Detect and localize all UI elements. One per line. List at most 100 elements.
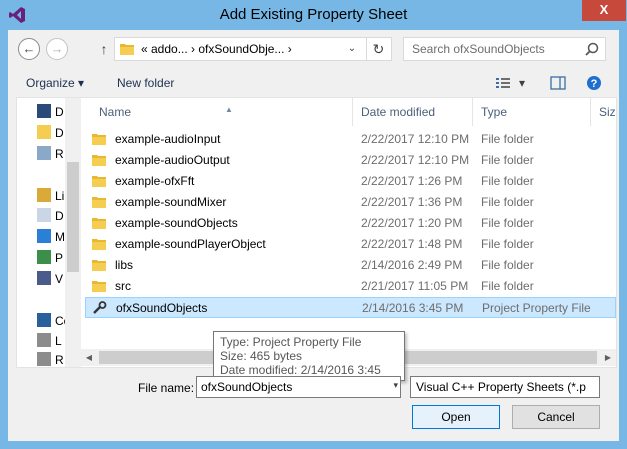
nav-item-desktop[interactable]: D: [37, 104, 65, 122]
svg-text:?: ?: [591, 78, 598, 90]
window-title: Add Existing Property Sheet: [219, 6, 408, 23]
scroll-right-icon[interactable]: ▶: [600, 351, 616, 364]
file-row[interactable]: ofxSoundObjects 2/14/2016 3:45 PM Project …: [85, 297, 616, 318]
file-list[interactable]: Name ▲ Date modified Type Size example-a…: [81, 98, 616, 367]
file-name-value[interactable]: ofxSoundObjects: [201, 380, 292, 394]
folder-icon: [37, 125, 51, 139]
search-icon[interactable]: [585, 42, 599, 56]
nav-item-recent[interactable]: R: [37, 146, 65, 164]
column-header-date[interactable]: Date modified: [353, 98, 473, 126]
file-type: File folder: [481, 132, 534, 146]
file-row[interactable]: example-soundMixer 2/22/2017 1:36 PM File …: [85, 192, 616, 213]
up-button[interactable]: ↑: [96, 38, 112, 60]
file-name: example-ofxFft: [115, 174, 195, 188]
file-date: 2/14/2016 2:49 PM: [361, 258, 463, 272]
back-button[interactable]: ←: [18, 38, 40, 60]
nav-item-pictures[interactable]: P: [37, 250, 65, 268]
folder-icon: [92, 260, 106, 271]
refresh-button[interactable]: ↻: [366, 38, 390, 60]
nav-item-local-disk[interactable]: L: [37, 333, 65, 351]
tooltip-type: Type: Project Property File: [220, 335, 362, 349]
file-date: 2/14/2016 3:45 PM: [362, 301, 464, 315]
nav-item-computer[interactable]: Co: [37, 313, 65, 331]
new-folder-button[interactable]: New folder: [117, 76, 174, 90]
scroll-thumb[interactable]: [67, 162, 79, 272]
libraries-icon: [37, 188, 51, 202]
computer-icon: [37, 313, 51, 327]
address-dropdown-icon[interactable]: ⌄: [342, 38, 362, 60]
file-date: 2/22/2017 1:26 PM: [361, 174, 463, 188]
forward-button[interactable]: →: [46, 38, 68, 60]
recent-places-icon: [37, 146, 51, 160]
command-bar: Organize ▾ New folder ▾ ?: [8, 68, 619, 98]
file-type-filter[interactable]: Visual C++ Property Sheets (*.p: [410, 376, 600, 398]
browser-panes: D D R Lib D M P V Co L R: [16, 97, 617, 368]
videos-icon: [37, 271, 51, 285]
file-date: 2/21/2017 11:05 PM: [361, 279, 469, 293]
file-date: 2/22/2017 1:20 PM: [361, 216, 463, 230]
help-icon[interactable]: ?: [584, 74, 604, 92]
file-type: File folder: [481, 174, 534, 188]
desktop-icon: [37, 104, 51, 118]
cancel-button[interactable]: Cancel: [512, 405, 600, 429]
column-header-size[interactable]: Size: [591, 98, 616, 126]
documents-icon: [37, 208, 51, 222]
file-row[interactable]: example-soundObjects 2/22/2017 1:20 PM Fil…: [85, 213, 616, 234]
navigation-pane[interactable]: D D R Lib D M P V Co L R: [17, 98, 81, 367]
file-row[interactable]: example-soundPlayerObject 2/22/2017 1:48 …: [85, 234, 616, 255]
nav-item-documents[interactable]: D: [37, 208, 65, 226]
file-name: ofxSoundObjects: [116, 301, 208, 315]
nav-item-videos[interactable]: V: [37, 271, 65, 289]
file-type: File folder: [481, 258, 534, 272]
organize-menu[interactable]: Organize ▾: [26, 76, 84, 90]
nav-item-drive[interactable]: R: [37, 352, 65, 370]
file-row[interactable]: libs 2/14/2016 2:49 PM File folder: [85, 255, 616, 276]
folder-icon: [92, 239, 106, 250]
breadcrumb[interactable]: « addo... › ofxSoundObje... ›: [141, 42, 292, 56]
column-header-name[interactable]: Name ▲: [91, 98, 353, 126]
scroll-left-icon[interactable]: ◀: [81, 351, 97, 364]
search-box[interactable]: Search ofxSoundObjects: [403, 37, 606, 61]
file-date: 2/22/2017 12:10 PM: [361, 153, 470, 167]
file-type: File folder: [481, 237, 534, 251]
sort-ascending-icon: ▲: [225, 105, 233, 114]
file-type: File folder: [481, 216, 534, 230]
folder-icon: [120, 44, 134, 55]
music-icon: [37, 229, 51, 243]
folder-icon: [92, 218, 106, 229]
file-name: example-soundPlayerObject: [115, 237, 266, 251]
view-options-icon[interactable]: [494, 74, 514, 92]
view-dropdown-icon[interactable]: ▾: [519, 76, 525, 90]
folder-icon: [92, 155, 106, 166]
chevron-down-icon[interactable]: ▾: [393, 380, 398, 391]
file-name: src: [115, 279, 131, 293]
column-header-type[interactable]: Type: [473, 98, 591, 126]
folder-icon: [92, 197, 106, 208]
file-row[interactable]: example-ofxFft 2/22/2017 1:26 PM File fold…: [85, 171, 616, 192]
nav-item-music[interactable]: M: [37, 229, 65, 247]
file-name: example-audioOutput: [115, 153, 230, 167]
nav-item-libraries[interactable]: Lib: [37, 188, 65, 206]
open-button[interactable]: Open: [412, 405, 500, 429]
folder-icon: [92, 281, 106, 292]
search-input[interactable]: Search ofxSoundObjects: [412, 42, 545, 56]
pictures-icon: [37, 250, 51, 264]
drive-icon: [37, 333, 51, 347]
tooltip-size: Size: 465 bytes: [220, 349, 303, 363]
close-button[interactable]: X: [582, 0, 626, 21]
nav-item-downloads[interactable]: D: [37, 125, 65, 143]
drive-icon: [37, 352, 51, 366]
file-date: 2/22/2017 1:36 PM: [361, 195, 463, 209]
file-type-value[interactable]: Visual C++ Property Sheets (*.p: [416, 380, 592, 394]
navpane-scrollbar[interactable]: [65, 98, 81, 367]
file-row[interactable]: example-audioInput 2/22/2017 12:10 PM File…: [85, 129, 616, 150]
file-row[interactable]: src 2/21/2017 11:05 PM File folder: [85, 276, 616, 297]
file-type: File folder: [481, 195, 534, 209]
file-name-field[interactable]: ofxSoundObjects ▾: [196, 376, 401, 398]
folder-icon: [92, 176, 106, 187]
file-type: File folder: [481, 153, 534, 167]
file-row[interactable]: example-audioOutput 2/22/2017 12:10 PM Fil…: [85, 150, 616, 171]
file-date: 2/22/2017 12:10 PM: [361, 132, 470, 146]
file-name-label: File name:: [138, 381, 195, 395]
preview-pane-icon[interactable]: [548, 74, 568, 92]
